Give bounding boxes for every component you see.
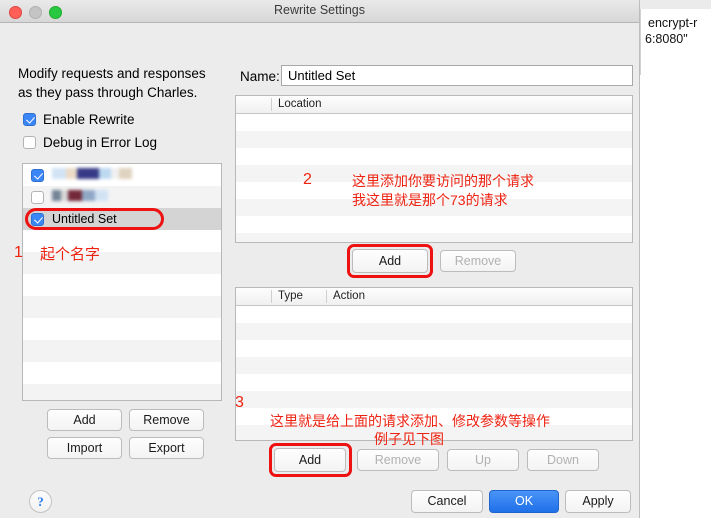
window-titlebar[interactable]: Rewrite Settings bbox=[0, 0, 639, 23]
description-line-2: as they pass through Charles. bbox=[18, 85, 198, 100]
list-empty-row bbox=[23, 274, 221, 296]
table-row bbox=[236, 216, 632, 233]
table-row bbox=[236, 391, 632, 408]
add-location-button[interactable]: Add bbox=[352, 249, 428, 273]
list-empty-row bbox=[23, 384, 221, 400]
annotation-step-1-text: 起个名字 bbox=[40, 246, 101, 263]
ok-button[interactable]: OK bbox=[489, 490, 559, 513]
annotation-step-3-text-line-2: 例子见下图 bbox=[374, 431, 444, 447]
redaction-blur bbox=[52, 168, 132, 179]
rewrite-set-list[interactable]: Untitled Set bbox=[22, 163, 222, 401]
header-spacer bbox=[236, 98, 271, 111]
import-button[interactable]: Import bbox=[47, 437, 122, 459]
name-input[interactable] bbox=[281, 65, 633, 86]
remove-set-button[interactable]: Remove bbox=[129, 409, 204, 431]
apply-button[interactable]: Apply bbox=[565, 490, 631, 513]
description-line-1: Modify requests and responses bbox=[18, 66, 206, 81]
help-button[interactable]: ? bbox=[29, 490, 52, 513]
table-row bbox=[236, 323, 632, 340]
table-row bbox=[236, 374, 632, 391]
action-table-header: Type Action bbox=[236, 288, 632, 306]
remove-location-button: Remove bbox=[440, 250, 516, 272]
table-row bbox=[236, 233, 632, 242]
enable-rewrite-checkbox[interactable] bbox=[23, 113, 36, 126]
list-empty-row bbox=[23, 362, 221, 384]
annotation-step-3-number: 3 bbox=[235, 394, 244, 411]
list-empty-row bbox=[23, 340, 221, 362]
background-right-fill bbox=[640, 9, 711, 518]
header-spacer bbox=[236, 290, 271, 303]
enable-rewrite-checkbox-row[interactable]: Enable Rewrite bbox=[23, 112, 135, 127]
table-row bbox=[236, 114, 632, 131]
table-row bbox=[236, 306, 632, 323]
list-empty-row bbox=[23, 318, 221, 340]
table-row bbox=[236, 340, 632, 357]
move-action-down-button: Down bbox=[527, 449, 599, 471]
table-row bbox=[236, 148, 632, 165]
location-table[interactable]: Location bbox=[235, 95, 633, 243]
redaction-blur bbox=[52, 190, 108, 201]
add-action-button[interactable]: Add bbox=[274, 448, 346, 472]
list-item[interactable] bbox=[23, 186, 221, 208]
enable-rewrite-label: Enable Rewrite bbox=[43, 112, 135, 127]
table-row bbox=[236, 131, 632, 148]
set-enabled-checkbox[interactable] bbox=[31, 168, 44, 182]
annotation-step-1-number: 1 bbox=[14, 244, 23, 261]
dialog-body: Modify requests and responses as they pa… bbox=[0, 23, 639, 518]
set-name-redacted bbox=[52, 168, 132, 182]
annotation-step-2-text-line-2: 我这里就是那个73的请求 bbox=[352, 192, 508, 208]
column-header-action[interactable]: Action bbox=[326, 290, 626, 303]
remove-action-button: Remove bbox=[357, 449, 439, 471]
annotation-step-2-number: 2 bbox=[303, 171, 312, 188]
debug-in-error-log-checkbox[interactable] bbox=[23, 136, 36, 149]
debug-in-error-log-checkbox-row[interactable]: Debug in Error Log bbox=[23, 135, 157, 150]
cancel-button[interactable]: Cancel bbox=[411, 490, 483, 513]
list-item-untitled-set[interactable]: Untitled Set bbox=[23, 208, 221, 230]
export-button[interactable]: Export bbox=[129, 437, 204, 459]
location-table-header: Location bbox=[236, 96, 632, 114]
add-set-button[interactable]: Add bbox=[47, 409, 122, 431]
list-empty-row bbox=[23, 296, 221, 318]
set-name-redacted bbox=[52, 190, 108, 204]
column-header-type[interactable]: Type bbox=[271, 290, 326, 303]
window-title: Rewrite Settings bbox=[273, 3, 365, 17]
rewrite-settings-dialog: Rewrite Settings Modify requests and res… bbox=[0, 0, 640, 518]
debug-in-error-log-label: Debug in Error Log bbox=[43, 135, 158, 150]
name-label: Name: bbox=[240, 69, 280, 84]
move-action-up-button: Up bbox=[447, 449, 519, 471]
set-enabled-checkbox[interactable] bbox=[31, 190, 44, 204]
set-name-label: Untitled Set bbox=[52, 212, 117, 226]
background-vertical-rule bbox=[640, 9, 641, 75]
annotation-step-3-text-line-1: 这里就是给上面的请求添加、修改参数等操作 bbox=[270, 413, 550, 429]
background-text-line-1: encrypt-r bbox=[648, 16, 698, 30]
set-enabled-checkbox[interactable] bbox=[31, 212, 44, 226]
column-header-location[interactable]: Location bbox=[271, 98, 631, 111]
background-text-line-2: 6:8080" bbox=[645, 32, 688, 46]
annotation-step-2-text-line-1: 这里添加你要访问的那个请求 bbox=[352, 173, 534, 189]
list-item[interactable] bbox=[23, 164, 221, 186]
table-row bbox=[236, 357, 632, 374]
